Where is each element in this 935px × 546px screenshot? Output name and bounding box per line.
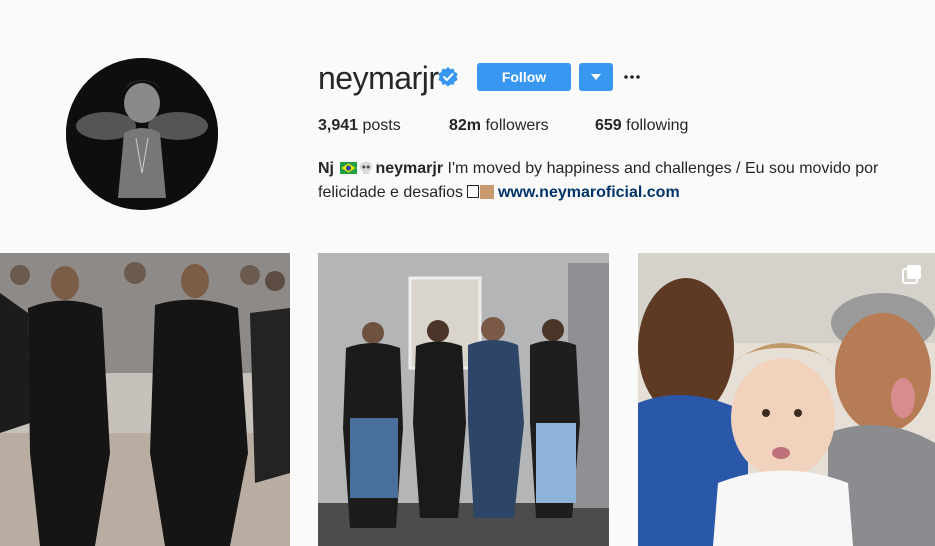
suggested-dropdown-button[interactable]: [579, 63, 613, 91]
bio-text-line1: I'm moved by happiness and challenges / …: [443, 160, 879, 177]
skull-emoji-icon: [360, 161, 373, 174]
post-thumbnail[interactable]: [638, 253, 935, 546]
caret-down-icon: [591, 74, 601, 80]
profile-avatar[interactable]: [66, 58, 218, 210]
following-label: following: [626, 117, 689, 134]
followers-count: 82m: [449, 117, 482, 134]
bio-text-line2: felicidade e desafios: [318, 184, 463, 201]
following-stat[interactable]: 659 following: [595, 117, 688, 135]
post-photo: [318, 253, 609, 546]
post-thumbnail[interactable]: [318, 253, 609, 546]
brazil-flag-icon: [340, 162, 358, 174]
profile-full-name: Nj: [318, 160, 334, 177]
posts-label: posts: [362, 117, 401, 134]
follow-button[interactable]: Follow: [477, 63, 571, 91]
post-photo: [0, 253, 290, 546]
profile-bio: Nj neymarjr I'm moved by happiness and c…: [318, 157, 918, 205]
followers-stat[interactable]: 82m followers: [449, 117, 595, 135]
following-count: 659: [595, 117, 622, 134]
multiple-photos-icon: [902, 265, 921, 284]
profile-username: neymarjr: [318, 60, 439, 96]
missing-glyph-icon: [466, 185, 479, 198]
bio-website-link[interactable]: www.neymaroficial.com: [498, 184, 680, 201]
post-photo: [638, 253, 935, 546]
emoji-tile-icon: [479, 185, 494, 199]
ellipsis-icon: [624, 75, 640, 79]
posts-stat: 3,941 posts: [318, 117, 449, 135]
post-thumbnail[interactable]: [0, 253, 290, 546]
profile-stats: 3,941 posts 82m followers 659 following: [318, 117, 688, 135]
more-options-button[interactable]: [622, 64, 642, 90]
bio-mention-link[interactable]: neymarjr: [375, 160, 443, 177]
posts-count: 3,941: [318, 117, 359, 134]
followers-label: followers: [485, 117, 549, 134]
verified-badge-icon: [438, 67, 458, 87]
avatar-photo: [66, 58, 218, 210]
